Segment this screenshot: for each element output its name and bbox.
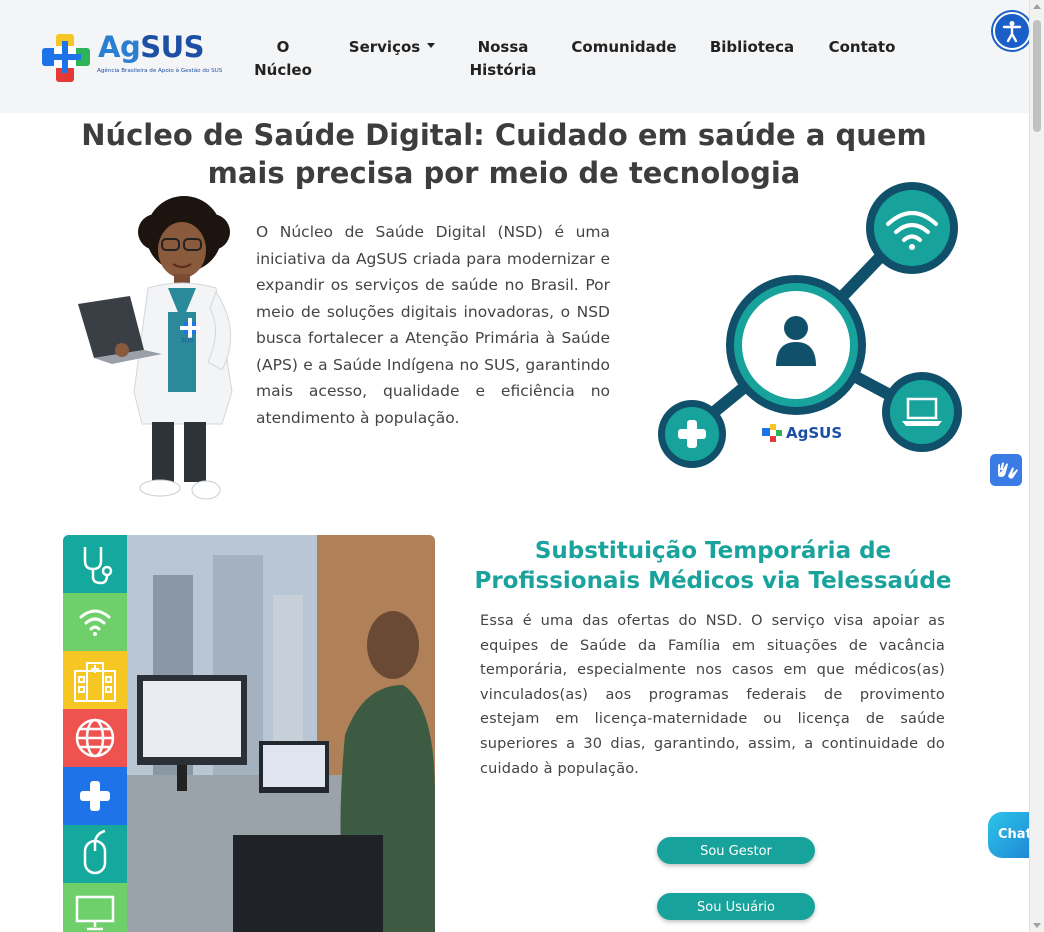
sou-usuario-button[interactable]: Sou Usuário: [657, 893, 815, 920]
brand-tagline: Agência Brasileira de Apoio à Gestão do …: [97, 68, 223, 74]
scroll-thumb[interactable]: [1033, 20, 1041, 132]
svg-text:AgSUS: AgSUS: [786, 424, 842, 442]
mouse-icon: [63, 825, 127, 883]
nav-contato[interactable]: Contato: [824, 36, 900, 59]
monitor-icon: [63, 883, 127, 932]
site-header: AgSUS Agência Brasileira de Apoio à Gest…: [0, 0, 1030, 113]
section-title: Substituição Temporária de Profissionais…: [474, 538, 952, 594]
sign-language-button[interactable]: [990, 454, 1022, 486]
intro-paragraph: O Núcleo de Saúde Digital (NSD) é uma in…: [256, 223, 610, 427]
cross-logo-icon: [42, 34, 90, 82]
brand-name: AgSUS: [98, 30, 205, 64]
agsus-logo[interactable]: AgSUS Agência Brasileira de Apoio à Gest…: [40, 30, 222, 84]
stethoscope-icon: [63, 535, 127, 593]
hospital-icon: [63, 651, 127, 709]
nav-biblioteca[interactable]: Biblioteca: [706, 36, 798, 59]
scroll-up-icon[interactable]: [1033, 4, 1041, 9]
section-paragraph: Essa é uma das ofertas do NSD. O serviço…: [480, 613, 945, 777]
accessibility-button[interactable]: [993, 12, 1031, 50]
telehealth-photo: [63, 535, 435, 932]
chat-button[interactable]: Chat: [988, 812, 1032, 858]
accessibility-icon: [1002, 21, 1022, 43]
page-scrollbar[interactable]: [1029, 0, 1044, 932]
doctor-illustration: SUS: [78, 196, 233, 500]
plus-icon: [63, 767, 127, 825]
service-icons-column: [63, 535, 127, 932]
sou-gestor-button[interactable]: Sou Gestor: [657, 837, 815, 864]
digital-health-network-graphic: AgSUS: [658, 182, 962, 468]
hands-icon: [998, 462, 1018, 479]
nav-servicos[interactable]: Serviços: [344, 36, 440, 59]
nav-comunidade[interactable]: Comunidade: [568, 36, 680, 59]
nav-o-nucleo[interactable]: O Núcleo: [252, 36, 314, 82]
chevron-down-icon: [427, 43, 436, 48]
scroll-down-icon[interactable]: [1033, 923, 1041, 928]
agsus-mini-logo: AgSUS: [762, 424, 842, 442]
svg-text:SUS: SUS: [181, 337, 193, 344]
globe-icon: [63, 709, 127, 767]
nav-nossa-historia[interactable]: Nossa História: [466, 36, 540, 82]
wifi-icon: [63, 593, 127, 651]
